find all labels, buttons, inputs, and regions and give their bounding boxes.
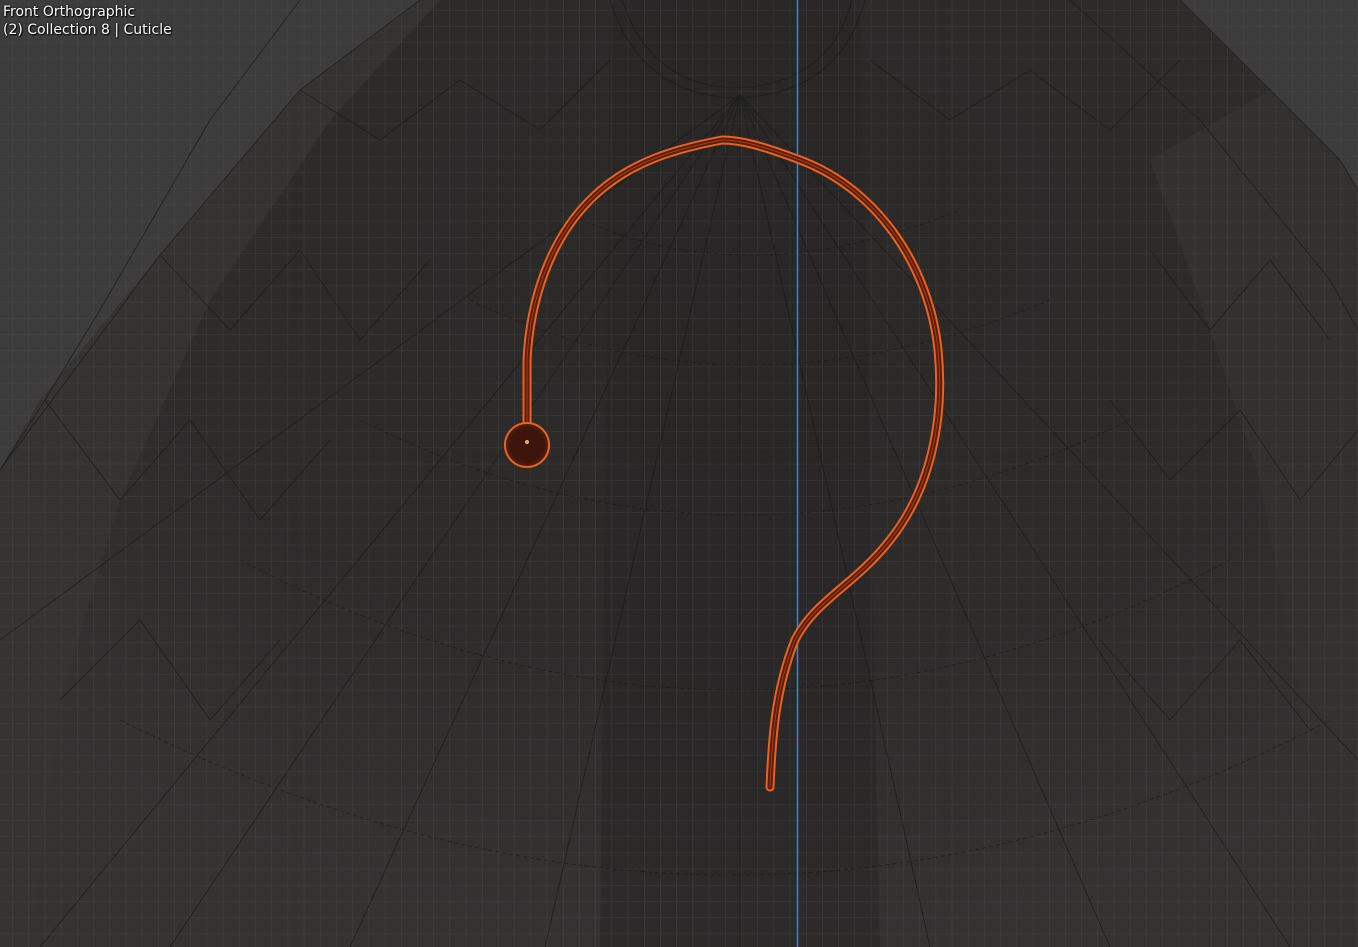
- viewport-canvas[interactable]: [0, 0, 1358, 947]
- 3d-viewport[interactable]: Front Orthographic (2) Collection 8 | Cu…: [0, 0, 1358, 947]
- viewport-grid: [0, 0, 1358, 947]
- object-origin-icon: [524, 439, 530, 445]
